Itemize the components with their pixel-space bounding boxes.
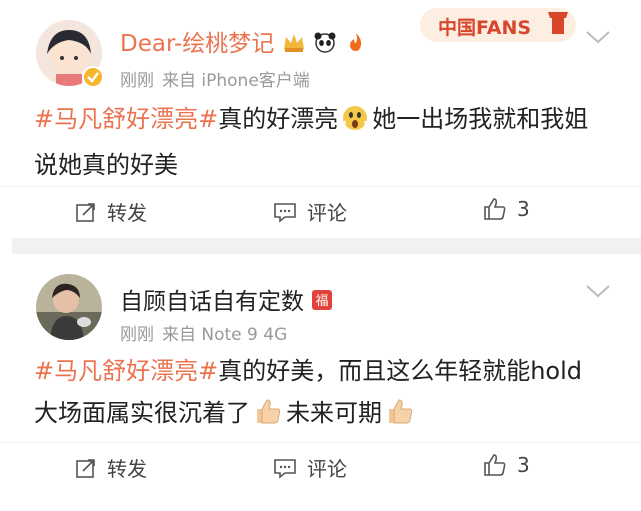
svg-text:中国FANS: 中国FANS [438,16,531,39]
comment-label: 评论 [307,457,347,481]
repost-button[interactable]: 转发 [75,453,147,482]
like-count: 3 [517,197,530,221]
post-actions: 转发 评论 3 [0,186,641,237]
comment-icon [274,458,296,479]
post-time: 刚刚 [120,71,154,91]
china-fans-banner: 中国FANS [418,2,578,46]
post-content: #马凡舒好漂亮#真的好漂亮 她一出场我就和我姐说她真的好美 [34,98,594,186]
like-button[interactable]: 3 [483,453,530,477]
weibo-post-1: Dear-绘桃梦记 中国FANS 刚刚 来自 iPhone客户端 #马凡舒好漂亮#… [0,0,641,238]
post-divider [12,238,641,254]
chevron-down-icon[interactable] [585,30,611,44]
shocked-emoji-icon [342,102,368,144]
comment-button[interactable]: 评论 [273,197,347,226]
crown-icon [282,31,306,59]
post-time: 刚刚 [120,325,154,345]
panda-icon [313,31,337,59]
repost-icon [76,202,95,222]
svg-text:福: 福 [316,294,329,309]
hashtag-link[interactable]: #马凡舒好漂亮# [34,357,218,385]
thumbs-up-emoji-icon [386,396,414,438]
post-meta: 刚刚 来自 Note 9 4G [120,320,287,345]
post-actions: 转发 评论 3 [0,442,641,493]
avatar[interactable] [36,274,102,340]
post-text: 未来可期 [286,399,382,427]
post-source: 来自 iPhone客户端 [162,71,310,91]
chevron-down-icon[interactable] [585,284,611,298]
repost-button[interactable]: 转发 [75,197,147,226]
comment-icon [274,202,296,223]
thumbs-up-icon [484,198,506,220]
thumbs-up-icon [484,454,506,476]
thumbs-up-emoji-icon [254,396,282,438]
hashtag-link[interactable]: #马凡舒好漂亮# [34,105,218,133]
post-text: 真的好漂亮 [218,105,339,133]
post-meta: 刚刚 来自 iPhone客户端 [120,66,310,91]
repost-label: 转发 [107,201,147,225]
verified-badge-icon [82,66,104,88]
comment-button[interactable]: 评论 [273,453,347,482]
post-source: 来自 Note 9 4G [162,325,288,345]
weibo-post-2: 自顾自话自有定数 福 刚刚 来自 Note 9 4G #马凡舒好漂亮#真的好美，而… [0,254,641,511]
like-button[interactable]: 3 [483,197,530,221]
repost-icon [76,458,95,478]
flame-icon [344,31,368,59]
username[interactable]: Dear-绘桃梦记 [120,24,368,59]
like-count: 3 [517,453,530,477]
username[interactable]: 自顾自话自有定数 福 [120,282,333,317]
repost-label: 转发 [107,457,147,481]
post-content: #马凡舒好漂亮#真的好美，而且这么年轻就能hold大场面属实很沉着了 未来可期 [34,350,594,438]
fu-badge-icon: 福 [311,289,333,317]
comment-label: 评论 [307,201,347,225]
